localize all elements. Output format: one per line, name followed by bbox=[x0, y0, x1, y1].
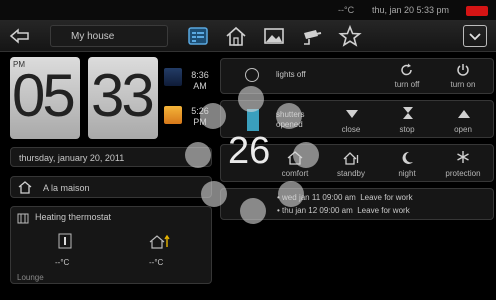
setpoint-temperature: 26 bbox=[228, 130, 271, 172]
thermostat-value-2: --°C bbox=[149, 258, 164, 267]
thermometer-icon bbox=[58, 233, 72, 254]
status-bar: --°C thu, jan 20 5:33 pm bbox=[0, 0, 496, 20]
thermostat-panel[interactable]: Heating thermostat --°C --°C Lounge bbox=[10, 206, 212, 284]
open-label: open bbox=[454, 125, 472, 134]
camera-icon[interactable] bbox=[300, 25, 324, 47]
night-label: night bbox=[398, 169, 416, 178]
protection-button[interactable]: protection bbox=[437, 148, 489, 180]
home-icon[interactable] bbox=[224, 25, 248, 47]
lights-status: lights off bbox=[276, 70, 306, 79]
clock-minutes: 33 bbox=[91, 62, 155, 129]
dial-bubble[interactable] bbox=[276, 103, 302, 129]
status-datetime: thu, jan 20 5:33 pm bbox=[372, 5, 450, 15]
radiator-icon bbox=[17, 211, 29, 229]
home-location-icon bbox=[18, 181, 32, 199]
comfort-label: comfort bbox=[281, 169, 309, 178]
refresh-icon bbox=[399, 63, 415, 77]
shutter-icon bbox=[247, 109, 259, 131]
close-button[interactable]: close bbox=[325, 104, 377, 136]
schedule-text: Leave for work bbox=[357, 206, 410, 215]
open-button[interactable]: open bbox=[437, 104, 489, 136]
schedule-date: jan 11 09:00 am bbox=[298, 193, 356, 202]
menu-dropdown-icon[interactable] bbox=[463, 25, 487, 47]
stop-label: stop bbox=[399, 125, 415, 134]
house-title: My house bbox=[71, 31, 115, 42]
turn-off-label: turn off bbox=[394, 80, 420, 89]
clock-hours: 05 bbox=[12, 62, 76, 129]
thermostat-room: Lounge bbox=[17, 273, 44, 282]
location-panel[interactable]: A la maison bbox=[10, 176, 212, 198]
date-panel: thursday, january 20, 2011 bbox=[10, 147, 212, 167]
power-icon bbox=[455, 63, 471, 77]
thermostat-value-1: --°C bbox=[55, 258, 70, 267]
hour-flip-card: PM 05 bbox=[10, 57, 80, 139]
status-temperature: --°C bbox=[338, 5, 355, 15]
dial-bubble[interactable] bbox=[200, 103, 226, 129]
image-icon[interactable] bbox=[262, 25, 286, 47]
sunset-icon bbox=[164, 106, 182, 124]
light-bulb-icon bbox=[245, 68, 259, 82]
close-label: close bbox=[341, 125, 361, 134]
minute-flip-card: 33 bbox=[88, 57, 158, 139]
dial-bubble[interactable] bbox=[278, 181, 304, 207]
dial-bubble[interactable] bbox=[240, 198, 266, 224]
lights-panel: lights off turn off turn on bbox=[220, 58, 494, 94]
arrow-up-icon bbox=[456, 107, 472, 121]
star-icon[interactable] bbox=[338, 24, 362, 47]
schedule-item[interactable]: • thu jan 12 09:00 am Leave for work bbox=[277, 206, 410, 215]
back-arrow-icon[interactable] bbox=[9, 27, 31, 45]
date-text: thursday, january 20, 2011 bbox=[19, 153, 125, 163]
turn-off-button[interactable]: turn off bbox=[381, 61, 433, 93]
location-text: A la maison bbox=[43, 183, 90, 193]
snowflake-icon bbox=[455, 150, 471, 164]
stop-button[interactable]: stop bbox=[381, 104, 433, 136]
dial-bubble[interactable] bbox=[185, 142, 211, 168]
schedule-text: Leave for work bbox=[360, 193, 413, 202]
turn-on-label: turn on bbox=[450, 80, 476, 89]
arrow-down-icon bbox=[344, 107, 360, 121]
standby-home-icon bbox=[343, 151, 359, 165]
schedule-day: thu bbox=[282, 206, 294, 215]
battery-icon bbox=[466, 6, 488, 16]
home-temperature-icon bbox=[149, 233, 171, 254]
standby-label: standby bbox=[336, 169, 366, 178]
dial-bubble[interactable] bbox=[238, 86, 264, 112]
stop-icon bbox=[400, 106, 416, 120]
dial-bubble[interactable] bbox=[201, 181, 227, 207]
moon-icon bbox=[399, 151, 415, 165]
dashboard-icon[interactable] bbox=[186, 25, 210, 47]
sunrise-time: 8:36 AM bbox=[191, 70, 209, 91]
dial-bubble[interactable] bbox=[293, 142, 319, 168]
standby-button[interactable]: standby bbox=[325, 148, 377, 180]
turn-on-button[interactable]: turn on bbox=[437, 61, 489, 93]
protection-label: protection bbox=[445, 169, 481, 178]
night-button[interactable]: night bbox=[381, 148, 433, 180]
top-navigation: My house bbox=[0, 20, 496, 52]
house-selector[interactable]: My house bbox=[50, 25, 168, 47]
schedule-date: jan 12 09:00 am bbox=[295, 206, 353, 215]
sunrise-icon bbox=[164, 68, 182, 86]
thermostat-title: Heating thermostat bbox=[35, 212, 112, 222]
